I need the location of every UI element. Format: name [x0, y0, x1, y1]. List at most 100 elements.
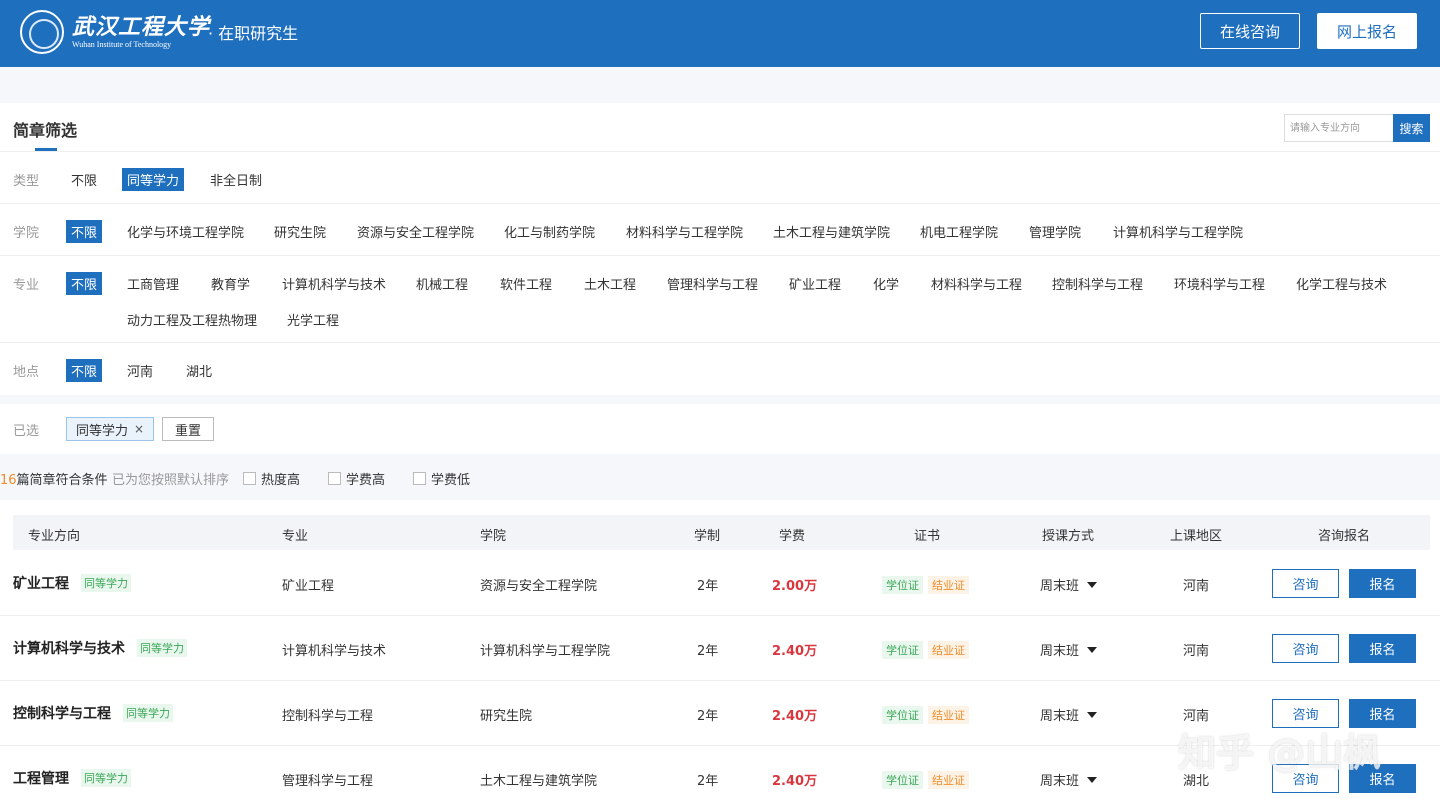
- teaching-mode-value: 周末班: [1040, 644, 1080, 659]
- program-direction[interactable]: 计算机科学与技术: [13, 638, 125, 658]
- duration-cell: 2年: [697, 579, 719, 594]
- teaching-mode-value: 周末班: [1040, 709, 1080, 724]
- university-logo[interactable]: 武汉工程大学 Wuhan Institute of Technology: [20, 10, 210, 54]
- major-search-input[interactable]: [1284, 114, 1394, 142]
- row-consult-button[interactable]: 咨询: [1272, 634, 1339, 663]
- college-option[interactable]: 化学与环境工程学院: [127, 222, 244, 241]
- column-header: 学制: [694, 529, 721, 544]
- major-option[interactable]: 矿业工程: [789, 274, 841, 293]
- sort-option-fee-high[interactable]: 学费高: [328, 469, 385, 488]
- online-signup-button[interactable]: 网上报名: [1317, 13, 1417, 49]
- completion-cert-badge: 结业证: [928, 771, 969, 789]
- close-icon[interactable]: ×: [134, 422, 144, 436]
- degree-cert-badge: 学位证: [882, 641, 923, 659]
- column-header: 专业: [282, 529, 309, 544]
- program-direction[interactable]: 控制科学与工程: [13, 703, 111, 723]
- teaching-mode-dropdown[interactable]: 周末班: [1040, 640, 1098, 659]
- selected-chip-label: 同等学力: [76, 423, 129, 439]
- major-option[interactable]: 工商管理: [127, 274, 179, 293]
- row-signup-button[interactable]: 报名: [1349, 569, 1416, 598]
- college-option[interactable]: 管理学院: [1029, 222, 1081, 241]
- region-cell: 河南: [1183, 644, 1210, 659]
- major-option[interactable]: 环境科学与工程: [1174, 274, 1265, 293]
- teaching-mode-dropdown[interactable]: 周末班: [1040, 770, 1098, 789]
- major-option[interactable]: 动力工程及工程热物理: [127, 310, 257, 329]
- major-option[interactable]: 土木工程: [584, 274, 636, 293]
- college-option[interactable]: 土木工程与建筑学院: [773, 222, 890, 241]
- major-option[interactable]: 光学工程: [287, 310, 339, 329]
- online-consult-button[interactable]: 在线咨询: [1200, 13, 1300, 49]
- completion-cert-badge: 结业证: [928, 576, 969, 594]
- table-row: 计算机科学与技术 同等学力 计算机科学与技术 计算机科学与工程学院 2年 2.40…: [0, 616, 1440, 681]
- major-cell: 控制科学与工程: [282, 709, 374, 724]
- table-header: 专业方向 专业 学院 学制 学费 证书 授课方式 上课地区 咨询报名: [13, 515, 1430, 550]
- major-option[interactable]: 机械工程: [416, 274, 468, 293]
- college-option[interactable]: 化工与制药学院: [504, 222, 595, 241]
- row-signup-button[interactable]: 报名: [1349, 634, 1416, 663]
- row-consult-button[interactable]: 咨询: [1272, 569, 1339, 598]
- filter-row-college: 学院 不限 化学与环境工程学院 研究生院 资源与安全工程学院 化工与制药学院 材…: [0, 204, 1440, 256]
- column-header: 证书: [914, 529, 941, 544]
- college-option[interactable]: 资源与安全工程学院: [357, 222, 474, 241]
- filter-row-location: 地点 不限 河南 湖北: [0, 343, 1440, 395]
- duration-cell: 2年: [697, 644, 719, 659]
- college-option[interactable]: 材料科学与工程学院: [626, 222, 743, 241]
- major-cell: 矿业工程: [282, 579, 335, 594]
- site-subtitle: · 在职研究生: [208, 24, 299, 43]
- reset-button[interactable]: 重置: [162, 417, 214, 441]
- selected-chip: 同等学力 ×: [66, 417, 155, 441]
- major-option[interactable]: 化学工程与技术: [1296, 274, 1387, 293]
- degree-cert-badge: 学位证: [882, 576, 923, 594]
- checkbox-icon[interactable]: [413, 472, 426, 485]
- major-cell: 管理科学与工程: [282, 774, 374, 789]
- program-direction[interactable]: 工程管理: [13, 768, 69, 788]
- sort-option-fee-low[interactable]: 学费低: [413, 469, 470, 488]
- caret-down-icon: [1087, 776, 1098, 783]
- college-option[interactable]: 机电工程学院: [920, 222, 998, 241]
- college-cell: 土木工程与建筑学院: [480, 774, 598, 789]
- sort-option-label: 学费高: [346, 473, 386, 488]
- college-option[interactable]: 研究生院: [274, 222, 326, 241]
- major-option[interactable]: 控制科学与工程: [1052, 274, 1143, 293]
- program-direction[interactable]: 矿业工程: [13, 573, 69, 593]
- type-option-parttime[interactable]: 非全日制: [210, 170, 262, 189]
- search-button[interactable]: 搜索: [1393, 114, 1430, 142]
- section-spacer: [0, 395, 1440, 404]
- sort-hint: 已为您按照默认排序: [112, 473, 230, 488]
- college-cell: 资源与安全工程学院: [480, 579, 598, 594]
- caret-down-icon: [1087, 581, 1098, 588]
- major-option[interactable]: 软件工程: [500, 274, 552, 293]
- fee-cell: 2.40万: [772, 709, 818, 724]
- teaching-mode-dropdown[interactable]: 周末班: [1040, 705, 1098, 724]
- sort-option-popularity[interactable]: 热度高: [243, 469, 300, 488]
- fee-cell: 2.40万: [772, 774, 818, 789]
- college-cell: 计算机科学与工程学院: [480, 644, 611, 659]
- location-option-hubei[interactable]: 湖北: [186, 361, 212, 380]
- major-option[interactable]: 管理科学与工程: [667, 274, 758, 293]
- major-option[interactable]: 教育学: [211, 274, 250, 293]
- filter-row-type: 类型 不限 同等学力 非全日制: [0, 152, 1440, 204]
- major-option[interactable]: 材料科学与工程: [931, 274, 1022, 293]
- major-option[interactable]: 计算机科学与技术: [282, 274, 386, 293]
- column-header: 上课地区: [1170, 529, 1223, 544]
- location-option-any[interactable]: 不限: [66, 359, 103, 382]
- teaching-mode-dropdown[interactable]: 周末班: [1040, 575, 1098, 594]
- type-option-any[interactable]: 不限: [71, 170, 97, 189]
- fee-cell: 2.00万: [772, 579, 818, 594]
- filter-title: 简章筛选: [13, 121, 78, 140]
- region-cell: 河南: [1183, 579, 1210, 594]
- major-option[interactable]: 化学: [873, 274, 899, 293]
- college-option[interactable]: 计算机科学与工程学院: [1113, 222, 1243, 241]
- result-count: 16篇简章符合条件: [0, 469, 108, 488]
- column-header: 学院: [480, 529, 507, 544]
- checkbox-icon[interactable]: [328, 472, 341, 485]
- teaching-mode-value: 周末班: [1040, 774, 1080, 789]
- selected-label: 已选: [13, 424, 40, 439]
- sort-bar: 16篇简章符合条件 已为您按照默认排序 热度高 学费高 学费低: [0, 454, 1440, 500]
- college-option-any[interactable]: 不限: [66, 220, 103, 243]
- location-option-henan[interactable]: 河南: [127, 361, 153, 380]
- checkbox-icon[interactable]: [243, 472, 256, 485]
- major-option-any[interactable]: 不限: [66, 272, 103, 295]
- completion-cert-badge: 结业证: [928, 641, 969, 659]
- type-option-equivalent[interactable]: 同等学力: [122, 168, 185, 191]
